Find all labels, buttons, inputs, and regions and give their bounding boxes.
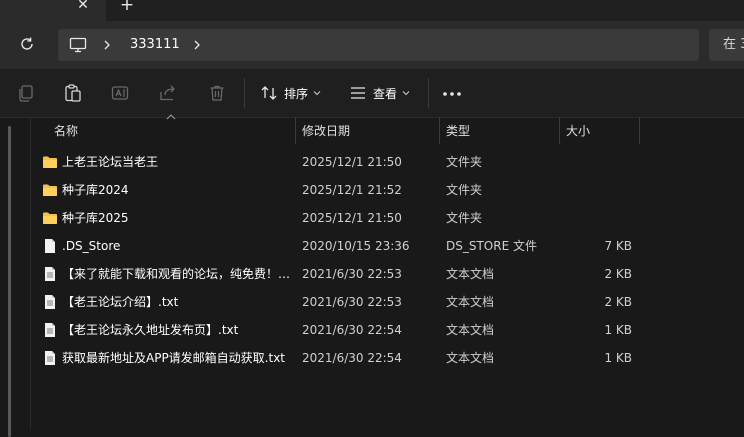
file-row[interactable]: 上老王论坛当老王 2025/12/1 21:50 文件夹: [36, 148, 744, 176]
file-size: 1 KB: [604, 351, 632, 365]
active-tab[interactable]: ✕: [0, 0, 106, 21]
file-row[interactable]: 【老王论坛介绍】.txt 2021/6/30 22:53 文本文档 2 KB: [36, 288, 744, 316]
paste-icon[interactable]: [63, 83, 83, 103]
column-header-size[interactable]: 大小: [566, 118, 590, 144]
new-tab-button[interactable]: +: [118, 0, 136, 14]
file-icon: [45, 239, 55, 253]
tab-strip: ✕ +: [0, 0, 744, 21]
column-divider[interactable]: [559, 118, 560, 144]
file-modified-date: 2025/12/1 21:52: [302, 183, 402, 197]
file-name: 上老王论坛当老王: [62, 155, 159, 169]
file-size: 7 KB: [604, 239, 632, 253]
sort-ascending-icon: [166, 114, 176, 120]
file-row[interactable]: 种子库2025 2025/12/1 21:50 文件夹: [36, 204, 744, 232]
breadcrumb-chevron-icon[interactable]: [192, 39, 202, 51]
file-modified-date: 2020/10/15 23:36: [302, 239, 410, 253]
column-divider[interactable]: [639, 118, 640, 144]
sort-button[interactable]: 排序: [260, 79, 321, 107]
rename-icon[interactable]: [110, 83, 130, 103]
text-file-icon: [45, 295, 55, 309]
breadcrumb-folder[interactable]: 333111: [130, 36, 180, 54]
computer-icon: [69, 37, 87, 53]
file-row[interactable]: 【老王论坛永久地址发布页】.txt 2021/6/30 22:54 文本文档 1 KB: [36, 316, 744, 344]
nav-pane-scrollbar[interactable]: [8, 126, 11, 437]
delete-icon[interactable]: [207, 83, 227, 103]
file-row[interactable]: 种子库2024 2025/12/1 21:52 文件夹: [36, 176, 744, 204]
file-name: 【来了就能下载和观看的论坛，纯免费！…: [62, 267, 290, 281]
sort-icon: [261, 86, 277, 100]
file-name: 【老王论坛永久地址发布页】.txt: [62, 323, 239, 337]
file-name: 种子库2025: [62, 211, 129, 225]
file-type: 文本文档: [446, 295, 495, 309]
command-bar: 排序 查看: [0, 69, 744, 118]
file-size: 2 KB: [604, 295, 632, 309]
text-file-icon: [45, 351, 55, 365]
address-row: 333111 在 3: [0, 21, 744, 69]
file-row[interactable]: 获取最新地址及APP请发邮箱自动获取.txt 2021/6/30 22:54 文本文…: [36, 344, 744, 372]
text-file-icon: [45, 267, 55, 281]
address-bar[interactable]: 333111: [58, 29, 699, 61]
view-icon: [351, 87, 365, 99]
close-tab-icon[interactable]: ✕: [76, 0, 90, 13]
column-divider[interactable]: [295, 118, 296, 144]
file-size: 1 KB: [604, 323, 632, 337]
text-file-icon: [45, 323, 55, 337]
search-input[interactable]: 在 3: [709, 29, 744, 61]
file-type: DS_STORE 文件: [446, 239, 537, 253]
file-name: 获取最新地址及APP请发邮箱自动获取.txt: [62, 351, 286, 365]
file-type: 文件夹: [446, 211, 483, 225]
sort-label: 排序: [284, 86, 309, 101]
file-type: 文本文档: [446, 323, 495, 337]
column-header-type[interactable]: 类型: [446, 118, 470, 144]
file-type: 文本文档: [446, 267, 495, 281]
toolbar-divider: [244, 78, 245, 108]
view-button[interactable]: 查看: [349, 79, 410, 107]
navigation-pane: [0, 118, 31, 437]
more-options-icon[interactable]: [442, 91, 462, 97]
file-name: 种子库2024: [62, 183, 129, 197]
file-type: 文件夹: [446, 183, 483, 197]
search-placeholder: 在 3: [723, 37, 744, 52]
file-type: 文件夹: [446, 155, 483, 169]
column-header-date[interactable]: 修改日期: [302, 118, 350, 144]
share-icon[interactable]: [158, 83, 178, 103]
refresh-icon[interactable]: [18, 35, 36, 53]
file-modified-date: 2021/6/30 22:54: [302, 351, 402, 365]
view-label: 查看: [373, 86, 398, 101]
file-modified-date: 2021/6/30 22:53: [302, 267, 402, 281]
folder-icon: [43, 156, 57, 168]
folder-icon: [43, 184, 57, 196]
file-row[interactable]: 【来了就能下载和观看的论坛，纯免费！… 2021/6/30 22:53 文本文档 2 …: [36, 260, 744, 288]
breadcrumb-chevron-icon[interactable]: [102, 39, 112, 51]
column-divider[interactable]: [439, 118, 440, 144]
folder-icon: [43, 212, 57, 224]
chevron-down-icon: [402, 91, 410, 96]
file-modified-date: 2025/12/1 21:50: [302, 211, 402, 225]
toolbar-divider: [428, 78, 429, 108]
file-size: 2 KB: [604, 267, 632, 281]
file-name: 【老王论坛介绍】.txt: [62, 295, 179, 309]
chevron-down-icon: [313, 91, 321, 96]
file-type: 文本文档: [446, 351, 495, 365]
file-modified-date: 2025/12/1 21:50: [302, 155, 402, 169]
file-name: .DS_Store: [62, 239, 121, 253]
file-row[interactable]: .DS_Store 2020/10/15 23:36 DS_STORE 文件 7 KB: [36, 232, 744, 260]
column-header-name[interactable]: 名称: [54, 118, 78, 144]
file-modified-date: 2021/6/30 22:53: [302, 295, 402, 309]
file-modified-date: 2021/6/30 22:54: [302, 323, 402, 337]
copy-icon[interactable]: [16, 83, 36, 103]
